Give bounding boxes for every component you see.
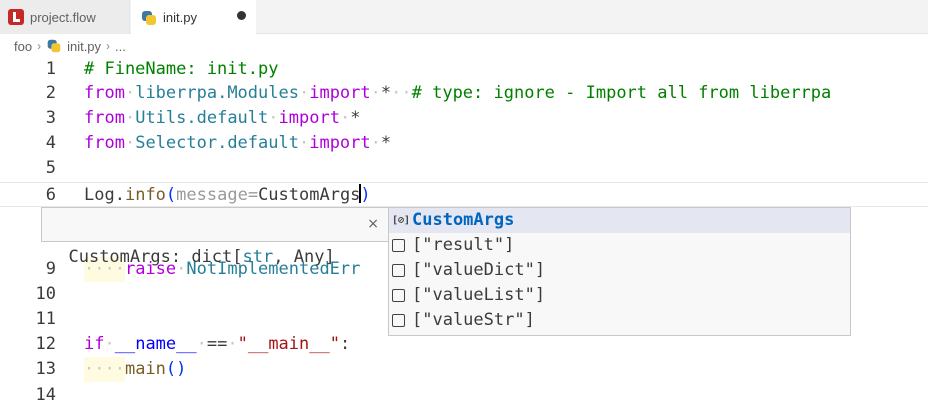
comment: # type: ignore - Import all from liberrp… xyxy=(411,83,832,103)
comment: # FineName: init.py xyxy=(84,59,279,79)
chevron-right-icon: › xyxy=(37,39,42,53)
line-code[interactable]: ····main() xyxy=(84,357,186,382)
variable-icon: [⊘] xyxy=(392,215,411,226)
call-main: main xyxy=(124,359,166,379)
line-code[interactable]: Log.info(message=CustomArgs) xyxy=(84,183,371,208)
suggest-item[interactable]: ["result"] xyxy=(389,233,850,258)
unsaved-dot-icon[interactable] xyxy=(237,11,246,20)
line-number: 1 xyxy=(45,59,56,79)
dunder-name: __name__ xyxy=(114,334,197,354)
hover-tooltip: CustomArgs: dict[str, Any] × xyxy=(41,207,390,267)
suggest-item[interactable]: ["valueStr"] xyxy=(389,308,850,333)
import-star: * xyxy=(350,108,361,128)
python-file-icon xyxy=(141,10,157,26)
module-name: Selector.default xyxy=(135,133,299,153)
line-number: 5 xyxy=(45,158,56,178)
code-line[interactable]: 13 ····main() xyxy=(0,357,928,382)
line-number: 11 xyxy=(35,309,56,329)
argument: CustomArgs xyxy=(258,185,361,205)
line-code[interactable]: from·Utils.default·import·* xyxy=(84,106,360,131)
suggest-label: ["valueList"] xyxy=(412,285,546,305)
method-info: info xyxy=(124,185,166,205)
keyword-import: import xyxy=(278,108,340,128)
close-icon[interactable]: × xyxy=(367,208,379,241)
indent-guide: ···· xyxy=(84,357,125,382)
keyword-from: from xyxy=(84,108,125,128)
code-line[interactable]: 1 # FineName: init.py xyxy=(0,57,928,82)
suggest-label: ["valueStr"] xyxy=(412,310,535,330)
line-number: 14 xyxy=(35,385,56,405)
tab-label: init.py xyxy=(163,10,197,25)
breadcrumb-file[interactable]: init.py xyxy=(67,39,101,54)
field-icon xyxy=(392,239,405,252)
field-icon xyxy=(392,289,405,302)
code-line[interactable]: 2 from·liberrpa.Modules·import·*··# type… xyxy=(0,81,928,106)
suggest-label: ["valueDict"] xyxy=(412,260,546,280)
keyword-if: if xyxy=(84,334,105,354)
suggest-widget[interactable]: [⊘] CustomArgs ["result"] ["valueDict"] … xyxy=(388,207,851,336)
hover-var-name: CustomArgs xyxy=(68,247,171,267)
code-line[interactable]: 14 xyxy=(0,383,928,408)
code-line[interactable]: 5 xyxy=(0,156,928,181)
code-line[interactable]: 4 from·Selector.default·import·* xyxy=(0,131,928,156)
tab-project-flow[interactable]: project.flow xyxy=(0,0,130,34)
tab-bar: project.flow init.py xyxy=(0,0,928,35)
line-code[interactable]: from·Selector.default·import·* xyxy=(84,131,391,156)
line-code[interactable]: from·liberrpa.Modules·import·*··# type: … xyxy=(84,81,831,106)
suggest-item[interactable]: ["valueList"] xyxy=(389,283,850,308)
string-main: "__main__" xyxy=(237,334,340,354)
line-number: 4 xyxy=(45,133,56,153)
log-object: Log xyxy=(84,185,115,205)
chevron-right-icon: › xyxy=(106,39,111,53)
keyword-import: import xyxy=(309,133,371,153)
suggest-item-selected[interactable]: [⊘] CustomArgs xyxy=(389,208,850,233)
keyword-import: import xyxy=(309,83,371,103)
python-file-icon xyxy=(47,39,61,53)
breadcrumb: foo › init.py › ... xyxy=(14,36,126,56)
line-code[interactable]: # FineName: init.py xyxy=(84,57,278,82)
inlay-param-hint: message= xyxy=(176,185,259,205)
line-number: 2 xyxy=(45,83,56,103)
import-star: * xyxy=(380,83,392,103)
flow-file-icon xyxy=(8,9,24,25)
tab-label: project.flow xyxy=(30,9,96,25)
keyword-from: from xyxy=(84,133,125,153)
breadcrumb-folder[interactable]: foo xyxy=(14,39,32,54)
suggest-label: ["result"] xyxy=(412,235,515,255)
code-line-current[interactable]: 6 Log.info(message=CustomArgs) xyxy=(0,182,928,207)
suggest-label: CustomArgs xyxy=(412,210,515,230)
line-number: 6 xyxy=(45,185,56,205)
keyword-from: from xyxy=(84,83,125,103)
suggest-item[interactable]: ["valueDict"] xyxy=(389,258,850,283)
import-star: * xyxy=(380,133,392,153)
code-line[interactable]: 3 from·Utils.default·import·* xyxy=(0,106,928,131)
module-name: Utils.default xyxy=(135,108,269,128)
tab-init-py[interactable]: init.py xyxy=(131,0,256,35)
line-code[interactable]: if·__name__·==·"__main__": xyxy=(84,332,350,357)
field-icon xyxy=(392,314,405,327)
breadcrumb-more[interactable]: ... xyxy=(115,39,126,54)
field-icon xyxy=(392,264,405,277)
module-name: liberrpa.Modules xyxy=(135,83,299,103)
line-number: 13 xyxy=(35,359,56,379)
line-number: 12 xyxy=(35,334,56,354)
line-number: 3 xyxy=(45,108,56,128)
